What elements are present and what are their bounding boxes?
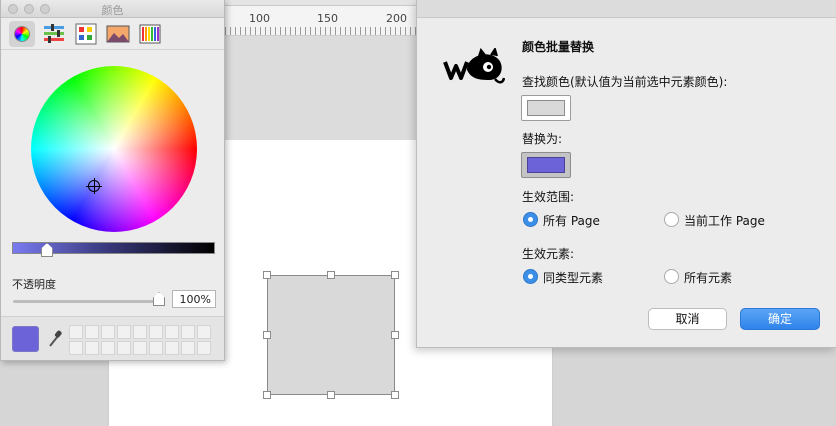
empty-swatch[interactable] xyxy=(133,325,147,339)
empty-swatch[interactable] xyxy=(149,341,163,355)
empty-swatch[interactable] xyxy=(197,341,211,355)
color-wheel-icon xyxy=(14,26,30,42)
scope-all-pages-label[interactable]: 所有 Page xyxy=(543,212,600,229)
resize-handle-top[interactable] xyxy=(327,271,335,279)
find-color-label: 查找颜色(默认值为当前选中元素颜色): xyxy=(522,75,728,89)
brightness-slider-thumb[interactable] xyxy=(41,243,53,257)
resize-handle-bottom-right[interactable] xyxy=(391,391,399,399)
elements-all-radio[interactable] xyxy=(664,269,679,284)
color-panel: 颜色 不透明度 100% xyxy=(0,0,225,361)
selected-rectangle[interactable] xyxy=(267,275,395,395)
elements-same-type-label[interactable]: 同类型元素 xyxy=(543,269,603,286)
dialog-top-strip xyxy=(417,0,836,18)
empty-swatch[interactable] xyxy=(101,325,115,339)
empty-swatch[interactable] xyxy=(117,341,131,355)
color-wheel-mode-button[interactable] xyxy=(9,21,35,47)
opacity-slider[interactable] xyxy=(13,300,165,303)
find-color-well[interactable] xyxy=(521,95,571,121)
scope-all-pages-radio[interactable] xyxy=(523,212,538,227)
empty-swatch[interactable] xyxy=(197,325,211,339)
empty-swatch[interactable] xyxy=(181,325,195,339)
empty-swatch[interactable] xyxy=(69,341,83,355)
ruler-label: 100 xyxy=(249,12,270,25)
empty-swatch[interactable] xyxy=(101,341,115,355)
empty-swatch[interactable] xyxy=(117,325,131,339)
color-mode-toolbar xyxy=(1,18,224,50)
palettes-icon xyxy=(75,23,97,45)
replace-color-label: 替换为: xyxy=(522,132,563,146)
scope-label: 生效范围: xyxy=(522,190,575,204)
resize-handle-left[interactable] xyxy=(263,331,271,339)
empty-swatch[interactable] xyxy=(165,325,179,339)
empty-swatch[interactable] xyxy=(165,341,179,355)
ruler-ticks xyxy=(225,27,416,35)
sliders-icon xyxy=(44,24,64,43)
confirm-button[interactable]: 确定 xyxy=(740,308,820,330)
resize-handle-bottom-left[interactable] xyxy=(263,391,271,399)
resize-handle-top-left[interactable] xyxy=(263,271,271,279)
replace-color-dialog: 颜色批量替换 查找颜色(默认值为当前选中元素颜色): 替换为: 生效范围: 所有… xyxy=(416,0,836,348)
horizontal-ruler: 100 150 200 xyxy=(225,6,416,36)
scope-current-page-label[interactable]: 当前工作 Page xyxy=(684,212,765,229)
elements-label: 生效元素: xyxy=(522,247,575,261)
dialog-title: 颜色批量替换 xyxy=(522,40,595,54)
empty-swatch[interactable] xyxy=(149,325,163,339)
resize-handle-bottom[interactable] xyxy=(327,391,335,399)
opacity-label: 不透明度 xyxy=(12,278,56,291)
color-palettes-mode-button[interactable] xyxy=(73,21,99,47)
empty-swatch[interactable] xyxy=(69,325,83,339)
opacity-slider-thumb[interactable] xyxy=(153,292,165,306)
empty-swatch[interactable] xyxy=(85,325,99,339)
image-palettes-mode-button[interactable] xyxy=(105,21,131,47)
resize-handle-top-right[interactable] xyxy=(391,271,399,279)
empty-swatch[interactable] xyxy=(85,341,99,355)
empty-swatch[interactable] xyxy=(181,341,195,355)
color-wheel-cursor[interactable] xyxy=(86,178,102,194)
saved-swatches-grid xyxy=(69,325,211,355)
cancel-button[interactable]: 取消 xyxy=(648,308,727,330)
opacity-value-field[interactable]: 100% xyxy=(172,290,216,308)
scope-current-page-radio[interactable] xyxy=(664,212,679,227)
color-sliders-mode-button[interactable] xyxy=(41,21,67,47)
plugin-logo-icon xyxy=(443,48,505,84)
crayons-mode-button[interactable] xyxy=(137,21,163,47)
ruler-label: 150 xyxy=(317,12,338,25)
color-wheel[interactable] xyxy=(31,66,197,232)
eyedropper-icon[interactable] xyxy=(47,330,63,348)
elements-same-type-radio[interactable] xyxy=(523,269,538,284)
elements-all-label[interactable]: 所有元素 xyxy=(684,269,732,286)
ruler-label: 200 xyxy=(386,12,407,25)
replace-color-well[interactable] xyxy=(521,152,571,178)
pencils-icon xyxy=(139,24,161,44)
current-color-swatch[interactable] xyxy=(12,326,39,352)
empty-swatch[interactable] xyxy=(133,341,147,355)
color-panel-bottom-bar xyxy=(1,316,224,360)
image-palette-icon xyxy=(106,25,130,43)
resize-handle-right[interactable] xyxy=(391,331,399,339)
color-panel-titlebar: 颜色 xyxy=(1,0,224,18)
color-panel-title: 颜色 xyxy=(101,4,124,17)
